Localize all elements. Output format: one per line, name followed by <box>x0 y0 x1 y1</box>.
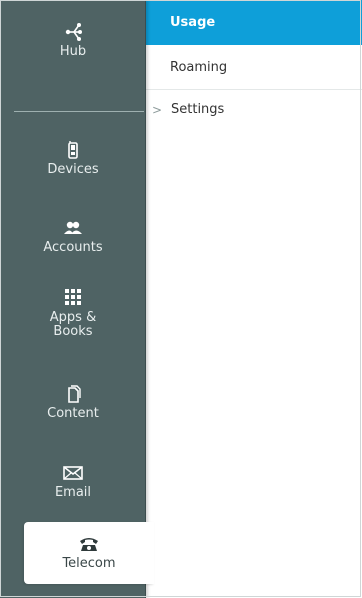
left-nav-rail: Hub Devices Accounts Apps & Books Conten… <box>0 0 146 598</box>
users-icon <box>61 218 85 238</box>
nav-item-accounts[interactable]: Accounts <box>0 218 146 255</box>
nav-item-hub[interactable]: Hub <box>0 22 146 59</box>
nav-label-email: Email <box>54 485 92 500</box>
nav-label-apps-books: Apps & Books <box>49 310 97 339</box>
submenu-item-roaming[interactable]: Roaming <box>146 45 362 90</box>
nav-label-accounts: Accounts <box>43 240 103 255</box>
nav-item-apps-books[interactable]: Apps & Books <box>0 287 146 339</box>
telephone-icon <box>77 534 101 554</box>
nav-label-devices: Devices <box>47 162 99 177</box>
nav-label-telecom: Telecom <box>62 556 116 571</box>
submenu-label-roaming: Roaming <box>170 60 228 75</box>
grid-icon <box>61 287 85 309</box>
phone-icon <box>61 140 85 160</box>
nav-item-telecom[interactable]: Telecom <box>24 522 154 584</box>
nav-item-content[interactable]: Content <box>0 384 146 421</box>
submenu-item-settings[interactable]: > Settings <box>146 90 362 130</box>
submenu-label-usage: Usage <box>170 15 216 30</box>
envelope-icon <box>61 463 85 483</box>
nav-item-devices[interactable]: Devices <box>0 140 146 177</box>
nav-label-content: Content <box>47 406 99 421</box>
hub-icon <box>61 22 85 42</box>
submenu-label-settings: Settings <box>171 102 225 117</box>
app-window: Hub Devices Accounts Apps & Books Conten… <box>0 0 362 598</box>
nav-label-hub: Hub <box>59 44 87 59</box>
nav-divider <box>14 111 144 112</box>
submenu-item-usage[interactable]: Usage <box>146 0 362 45</box>
nav-item-email[interactable]: Email <box>0 463 146 500</box>
telecom-submenu: Usage Roaming > Settings <box>146 0 362 598</box>
document-icon <box>61 384 85 404</box>
chevron-right-icon: > <box>152 103 163 117</box>
